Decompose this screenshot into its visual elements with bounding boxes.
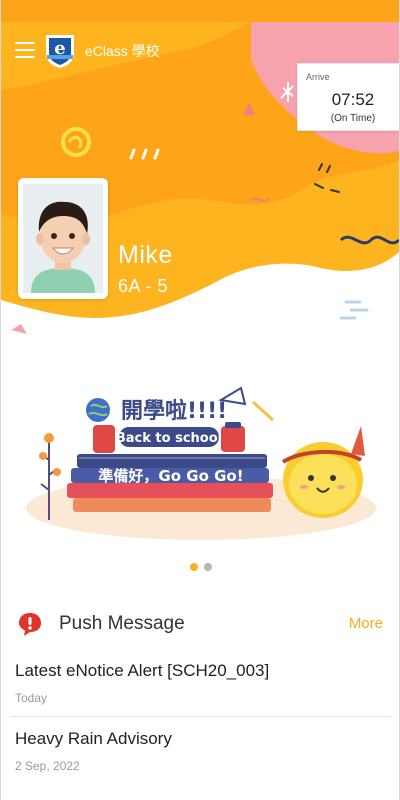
hamburger-icon-line [15, 56, 35, 58]
carousel-dot-active[interactable] [190, 563, 198, 571]
push-message-header: Push Message More [1, 606, 399, 642]
banner-tagline: 準備好，Go Go Go! [98, 467, 243, 485]
arrival-status: (On Time) [330, 113, 376, 124]
student-class: 6A - 5 [118, 276, 169, 296]
banner-headline: 開學啦!!!! [121, 398, 227, 424]
hamburger-icon-line [15, 49, 35, 51]
attendance-label: Arrive [306, 72, 330, 82]
carousel-indicator [1, 563, 399, 571]
back-to-school-banner: 開學啦!!!! Back to school 準備好，Go Go Go! [26, 386, 376, 540]
alert-bubble-icon [19, 613, 41, 636]
message-date: Today [15, 691, 48, 705]
push-message-title: Push Message [59, 613, 185, 634]
message-date: 2 Sep, 2022 [15, 759, 80, 773]
hamburger-menu-button[interactable] [15, 42, 35, 60]
carousel-dot[interactable] [204, 563, 212, 571]
message-title: Heavy Rain Advisory [15, 729, 172, 748]
more-link[interactable]: More [349, 615, 383, 632]
message-title: Latest eNotice Alert [SCH20_003] [15, 661, 270, 680]
logo-letter: e [54, 38, 65, 59]
school-name: eClass 學校 [85, 43, 160, 59]
push-message-item[interactable]: Heavy Rain Advisory 2 Sep, 2022 [13, 729, 391, 791]
push-message-item[interactable]: Latest eNotice Alert [SCH20_003] Today [13, 661, 391, 723]
hamburger-icon-line [15, 42, 35, 44]
banner-subheadline: Back to school [116, 431, 222, 446]
banner-carousel[interactable]: 開學啦!!!! Back to school 準備好，Go Go Go! [21, 380, 381, 540]
message-divider [11, 716, 391, 717]
app-screen: e eClass 學校 Arrive 07:52 (On Time) Mike … [0, 0, 400, 800]
attendance-card[interactable]: Arrive 07:52 (On Time) [297, 63, 399, 131]
arrival-time: 07:52 [331, 90, 375, 109]
student-name: Mike [118, 241, 173, 269]
student-avatar[interactable] [18, 178, 108, 299]
school-logo[interactable]: e [43, 33, 77, 69]
student-photo [23, 184, 103, 293]
